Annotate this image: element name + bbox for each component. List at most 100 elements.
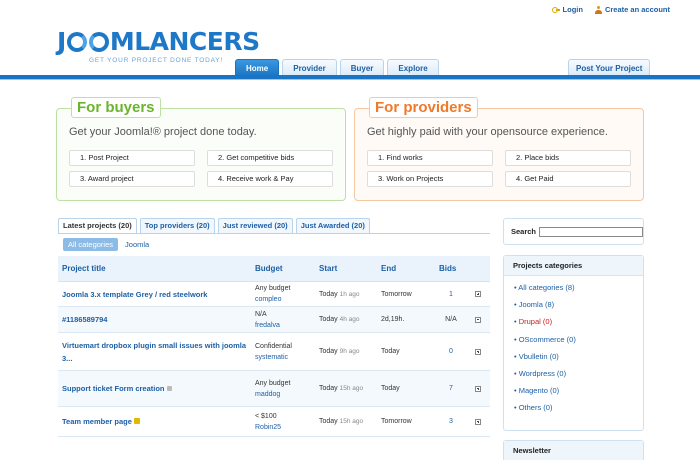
project-title-link[interactable]: Support ticket Form creation bbox=[62, 384, 165, 393]
user-icon bbox=[594, 5, 602, 14]
end-cell: Tomorrow bbox=[381, 290, 412, 298]
providers-step[interactable]: 4. Get Paid bbox=[505, 171, 631, 187]
bids-link[interactable]: 3 bbox=[436, 418, 466, 425]
logo-wordmark: J MLANCERS bbox=[57, 28, 260, 56]
budget-cell: Confidential systematic bbox=[255, 341, 319, 363]
bids-value: N/A bbox=[445, 316, 457, 323]
providers-panel: For providers Get highly paid with your … bbox=[354, 97, 644, 201]
site-logo[interactable]: J MLANCERS GET YOUR PROJECT DONE TODAY! bbox=[57, 28, 260, 65]
start-ago: 15h ago bbox=[339, 418, 364, 425]
bids-link[interactable]: 7 bbox=[436, 385, 466, 392]
key-icon bbox=[551, 6, 560, 13]
start-cell: Today 9h ago bbox=[319, 348, 381, 355]
bids-link[interactable]: 0 bbox=[436, 348, 466, 355]
filter-all-categories[interactable]: All categories bbox=[63, 238, 119, 251]
start-ago: 4h ago bbox=[339, 316, 360, 323]
project-title-link[interactable]: Joomla 3.x template Grey / red steelwork bbox=[58, 288, 255, 301]
col-bids[interactable]: Bids bbox=[436, 264, 466, 273]
providers-step[interactable]: 2. Place bids bbox=[505, 150, 631, 166]
budget-value: Any budget bbox=[255, 285, 291, 292]
categories-panel: Projects categories All categories (8) J… bbox=[503, 255, 644, 431]
providers-step[interactable]: 1. Find works bbox=[367, 150, 493, 166]
tab-latest-projects[interactable]: Latest projects (20) bbox=[58, 218, 137, 233]
table-row[interactable]: Joomla 3.x template Grey / red steelwork… bbox=[58, 282, 490, 307]
nav-tab-provider[interactable]: Provider bbox=[282, 59, 337, 76]
category-link[interactable]: Vbulletin (0) bbox=[514, 352, 643, 369]
expand-icon[interactable] bbox=[475, 348, 481, 355]
budget-value: Any budget bbox=[255, 379, 291, 387]
col-budget[interactable]: Budget bbox=[255, 264, 319, 273]
search-input[interactable] bbox=[539, 226, 643, 237]
budget-value: < $100 bbox=[255, 412, 277, 420]
bids-link[interactable]: 1 bbox=[436, 291, 466, 298]
buyer-link[interactable]: fredalva bbox=[255, 320, 319, 331]
budget-value: N/A bbox=[255, 310, 267, 318]
nav-divider bbox=[0, 79, 700, 80]
col-project-title[interactable]: Project title bbox=[58, 264, 255, 273]
lock-icon bbox=[166, 386, 172, 391]
buyers-step[interactable]: 1. Post Project bbox=[69, 150, 195, 166]
table-row[interactable]: #1186589794 N/A fredalva Today 4h ago 2d,… bbox=[58, 307, 490, 333]
project-title-link[interactable]: Team member page bbox=[62, 417, 132, 426]
nav-tab-home[interactable]: Home bbox=[235, 59, 280, 76]
buyer-link[interactable]: compleo bbox=[255, 294, 319, 305]
main-nav: Home Provider Buyer Explore bbox=[235, 59, 439, 76]
post-project-button[interactable]: Post Your Project bbox=[568, 59, 651, 76]
search-panel: Search bbox=[503, 218, 644, 245]
buyer-link[interactable]: maddog bbox=[255, 389, 319, 400]
buyer-link[interactable]: systematic bbox=[255, 352, 319, 363]
buyers-step[interactable]: 2. Get competitive bids bbox=[207, 150, 333, 166]
table-row[interactable]: Support ticket Form creation Any budget m… bbox=[58, 371, 490, 407]
create-account-link[interactable]: Create an account bbox=[594, 5, 670, 14]
expand-icon[interactable] bbox=[475, 418, 481, 425]
tab-top-providers[interactable]: Top providers (20) bbox=[139, 218, 215, 233]
end-cell: Today bbox=[381, 385, 400, 392]
start-ago: 1h ago bbox=[339, 290, 360, 298]
category-link[interactable]: Drupal (0) bbox=[514, 317, 643, 334]
col-end[interactable]: End bbox=[381, 264, 436, 273]
tab-just-reviewed[interactable]: Just reviewed (20) bbox=[217, 218, 293, 233]
nav-tab-explore[interactable]: Explore bbox=[387, 59, 439, 76]
expand-icon[interactable] bbox=[475, 385, 481, 392]
project-title-cell: Team member page bbox=[58, 415, 255, 428]
projects-table: Project title Budget Start End Bids Joom… bbox=[58, 256, 490, 437]
filter-joomla[interactable]: Joomla bbox=[125, 240, 149, 249]
buyers-panel: For buyers Get your Joomla!® project don… bbox=[56, 97, 346, 201]
start-value: Today bbox=[319, 316, 338, 323]
col-start[interactable]: Start bbox=[319, 264, 381, 273]
tab-just-awarded[interactable]: Just Awarded (20) bbox=[295, 218, 370, 233]
logo-letters: MLANCERS bbox=[109, 27, 260, 56]
project-title-link[interactable]: #1186589794 bbox=[58, 313, 255, 326]
category-link[interactable]: Others (0) bbox=[514, 403, 643, 420]
category-link[interactable]: OScommerce (0) bbox=[514, 335, 643, 352]
table-row[interactable]: Team member page < $100 Robin25 Today 15h… bbox=[58, 407, 490, 437]
search-label: Search bbox=[511, 227, 537, 236]
start-cell: Today 15h ago bbox=[319, 385, 381, 392]
providers-step[interactable]: 3. Work on Projects bbox=[367, 171, 493, 187]
project-title-cell: Support ticket Form creation bbox=[58, 382, 255, 395]
start-cell: Today 1h ago bbox=[319, 291, 381, 298]
buyer-link[interactable]: Robin25 bbox=[255, 422, 319, 433]
category-link[interactable]: Magento (0) bbox=[514, 386, 643, 403]
table-row[interactable]: Virtuemart dropbox plugin small issues w… bbox=[58, 333, 490, 371]
buyers-title: For buyers bbox=[71, 97, 161, 118]
nav-tab-buyer[interactable]: Buyer bbox=[339, 59, 385, 76]
expand-icon[interactable] bbox=[475, 291, 481, 297]
buyers-steps: 1. Post Project 2. Get competitive bids … bbox=[69, 150, 333, 187]
buyers-step[interactable]: 4. Receive work & Pay bbox=[207, 171, 333, 187]
project-title-link[interactable]: Virtuemart dropbox plugin small issues w… bbox=[58, 339, 255, 365]
budget-cell: < $100 Robin25 bbox=[255, 411, 319, 433]
logo-tagline: GET YOUR PROJECT DONE TODAY! bbox=[89, 57, 224, 64]
category-link[interactable]: All categories (8) bbox=[514, 283, 643, 300]
newsletter-title: Newsletter bbox=[504, 441, 643, 460]
categories-list: All categories (8) Joomla (8) Drupal (0)… bbox=[504, 276, 643, 421]
category-link[interactable]: Joomla (8) bbox=[514, 300, 643, 317]
login-link[interactable]: Login bbox=[551, 5, 583, 14]
tabs-divider bbox=[58, 233, 490, 234]
top-links: Login Create an account bbox=[551, 5, 670, 14]
start-ago: 15h ago bbox=[339, 385, 364, 392]
category-link[interactable]: Wordpress (0) bbox=[514, 369, 643, 386]
start-value: Today bbox=[319, 418, 338, 425]
collapse-icon[interactable] bbox=[475, 316, 481, 323]
buyers-step[interactable]: 3. Award project bbox=[69, 171, 195, 187]
